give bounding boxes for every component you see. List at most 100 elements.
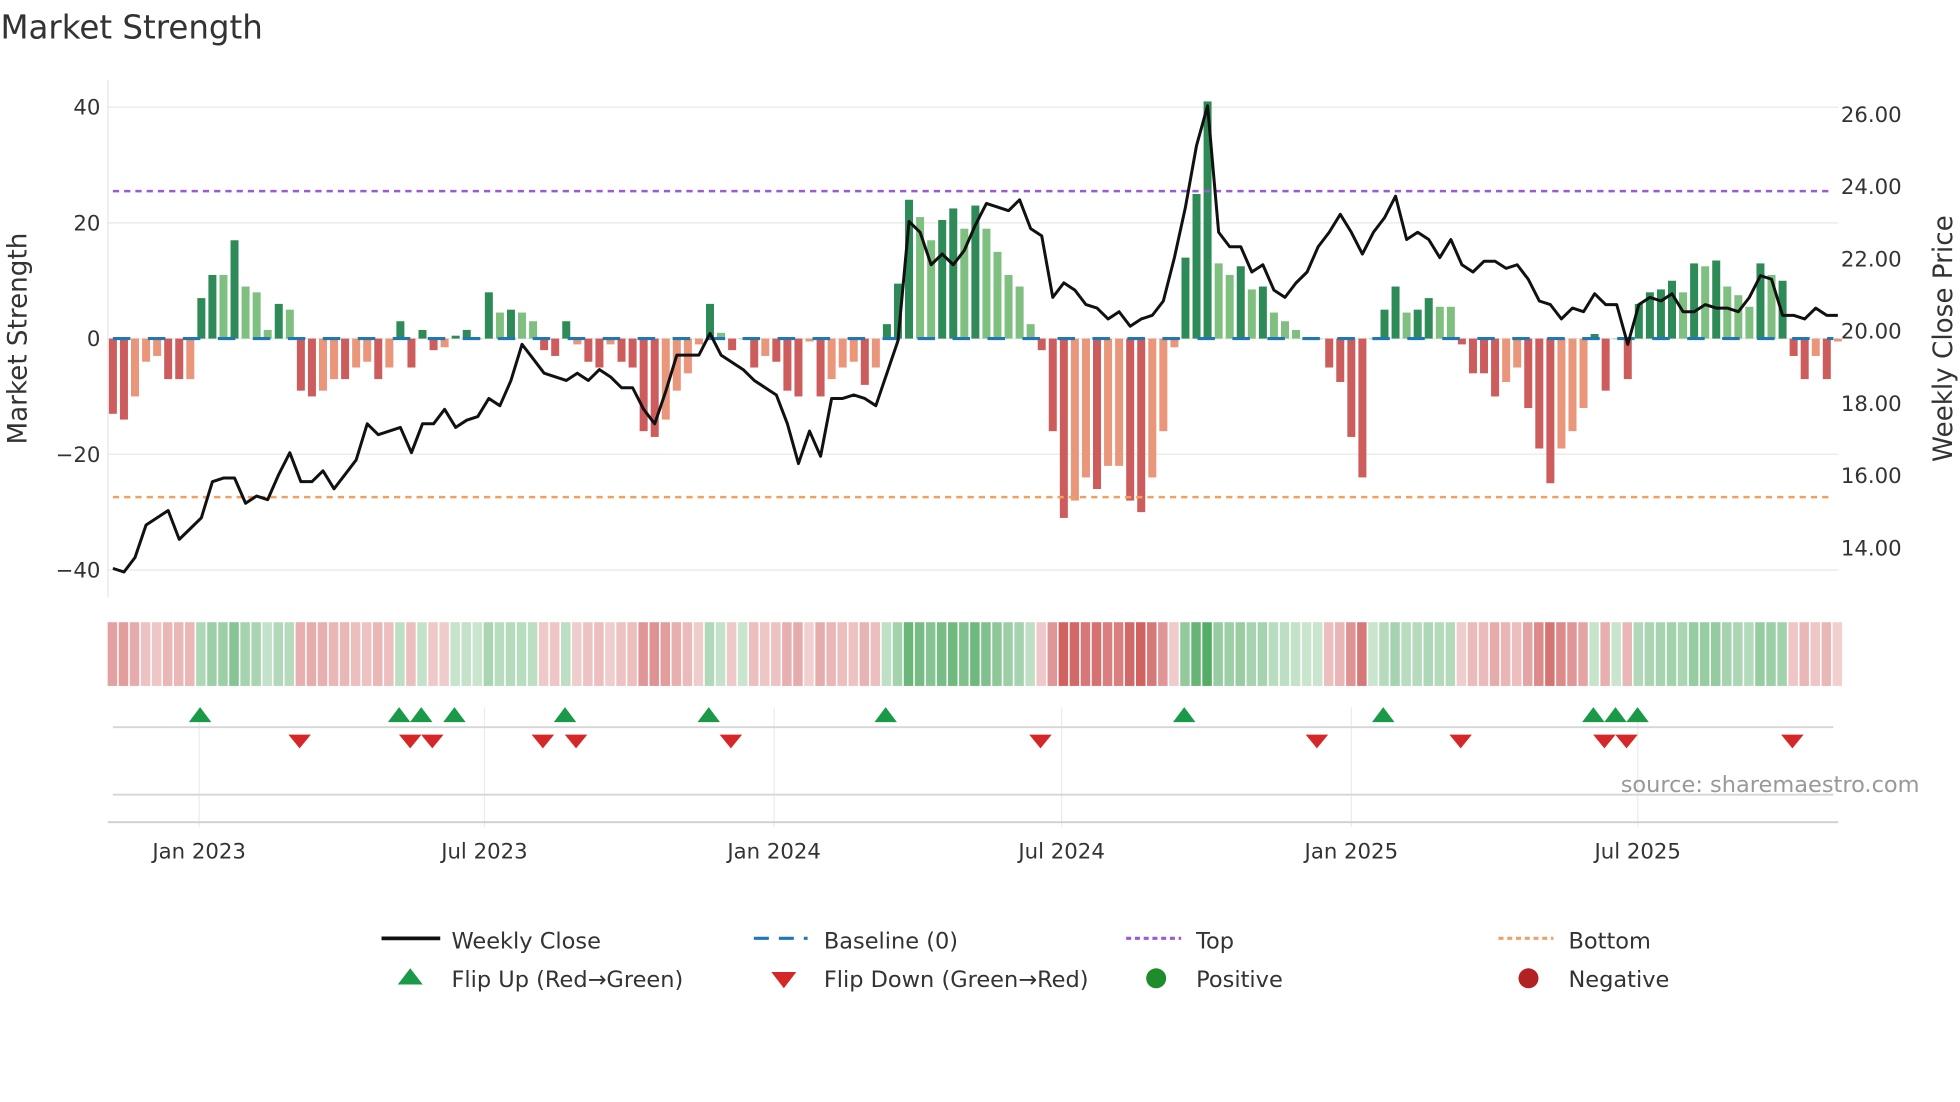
y2-tick-label: 18.00 xyxy=(1841,392,1902,417)
x-grid-lines xyxy=(198,707,1639,828)
strip-cell xyxy=(627,622,637,686)
legend-weekly-close: Weekly Close xyxy=(451,928,600,954)
strength-bar xyxy=(1115,338,1124,466)
strip-cell xyxy=(151,622,162,686)
strength-bar xyxy=(750,338,759,368)
strip-cell xyxy=(1047,622,1058,686)
x-tick-label: Jul 2025 xyxy=(1593,839,1681,864)
strength-bar xyxy=(1413,309,1422,339)
strip-cell xyxy=(1600,622,1610,686)
flip-down-marker xyxy=(1029,734,1052,749)
strip-cell xyxy=(782,622,792,686)
strength-bar xyxy=(506,309,515,339)
strength-bar xyxy=(119,338,128,420)
strength-bar xyxy=(1656,289,1665,339)
strength-bar xyxy=(318,338,327,391)
x-tick-label: Jul 2024 xyxy=(1016,839,1104,864)
strength-bar xyxy=(982,228,991,339)
strength-bar xyxy=(1181,257,1190,339)
strip-cell xyxy=(406,622,416,686)
strength-bar xyxy=(1723,286,1732,339)
strip-cell xyxy=(881,622,892,686)
strip-cell xyxy=(1368,622,1378,686)
strip-cell xyxy=(450,622,460,686)
strength-bar xyxy=(1435,306,1444,339)
strip-cell xyxy=(339,622,350,686)
source-label: source: sharemaestro.com xyxy=(1621,772,1920,798)
strength-bar xyxy=(838,338,847,368)
strip-cell xyxy=(1346,622,1356,686)
state-heat-strip xyxy=(107,622,1843,686)
strength-bar xyxy=(1800,338,1809,380)
strip-cell xyxy=(1710,622,1721,686)
strip-cell xyxy=(361,622,372,686)
strength-bar xyxy=(540,338,549,351)
strip-cell xyxy=(1500,622,1511,686)
strength-bar xyxy=(164,338,173,380)
strip-cell xyxy=(461,622,471,686)
strip-cell xyxy=(1589,622,1599,686)
chart-title: Market Strength xyxy=(0,9,262,47)
strength-bar xyxy=(1679,292,1688,339)
strip-cell xyxy=(1655,622,1666,686)
strip-cell xyxy=(1633,622,1644,686)
strength-bar xyxy=(484,292,493,339)
strength-bar xyxy=(1712,260,1721,339)
strip-cell xyxy=(538,622,549,686)
legend-negative: Negative xyxy=(1568,967,1669,993)
y2-tick-label: 24.00 xyxy=(1841,175,1902,200)
strip-cell xyxy=(417,622,427,686)
strip-cell xyxy=(981,622,991,686)
right-axis-title: Weekly Close Price xyxy=(1929,215,1959,462)
strength-bar xyxy=(1325,338,1334,368)
strength-bar xyxy=(1037,338,1046,351)
strength-bar xyxy=(1048,338,1057,432)
strip-cell xyxy=(804,622,814,686)
x-axis-ticks: Jan 2023 Jul 2023 Jan 2024 Jul 2024 Jan 2025… xyxy=(150,839,1681,864)
strength-bar xyxy=(1579,338,1588,409)
strip-cell xyxy=(1777,622,1787,686)
y2-tick-label: 20.00 xyxy=(1841,320,1902,345)
strength-bar xyxy=(1214,263,1223,339)
strip-cell xyxy=(1290,622,1301,686)
strip-cell xyxy=(837,622,847,686)
strength-bar xyxy=(1690,263,1699,339)
strength-bar xyxy=(296,338,305,391)
strip-cell xyxy=(594,622,604,686)
strength-bar xyxy=(374,338,383,380)
strip-cell xyxy=(1025,622,1035,686)
strength-bar xyxy=(241,286,250,339)
strength-bar xyxy=(1380,309,1389,339)
strip-cell xyxy=(1102,622,1113,686)
strip-cell xyxy=(1478,622,1489,686)
strip-cell xyxy=(959,622,969,686)
strip-cell xyxy=(107,622,118,686)
strength-bar xyxy=(860,338,869,385)
strength-bar xyxy=(1491,338,1500,397)
strip-cell xyxy=(859,622,870,686)
strip-cell xyxy=(1202,622,1212,686)
flip-down-marker xyxy=(421,734,444,749)
strength-bar xyxy=(1524,338,1533,409)
strip-cell xyxy=(914,622,925,686)
strip-cell xyxy=(1611,622,1621,686)
strip-cell xyxy=(1434,622,1445,686)
flip-up-marker xyxy=(1604,707,1627,723)
strength-bar xyxy=(1833,338,1842,342)
flip-down-marker xyxy=(1449,734,1472,749)
strip-cell xyxy=(1677,622,1688,686)
strength-bar xyxy=(407,338,416,368)
strength-bar xyxy=(451,335,460,339)
strip-cell xyxy=(848,622,858,686)
strength-bar xyxy=(849,338,858,362)
legend-flip-up: Flip Up (Red→Green) xyxy=(451,967,683,993)
strip-cell xyxy=(1191,622,1201,686)
strip-cell xyxy=(196,622,206,686)
strength-bar xyxy=(252,292,261,339)
strip-cell xyxy=(1688,622,1699,686)
strip-cell xyxy=(1744,622,1754,686)
strength-bar xyxy=(761,338,770,356)
strip-cell xyxy=(561,622,571,686)
strip-cell xyxy=(693,622,704,686)
strength-bar xyxy=(518,312,527,339)
